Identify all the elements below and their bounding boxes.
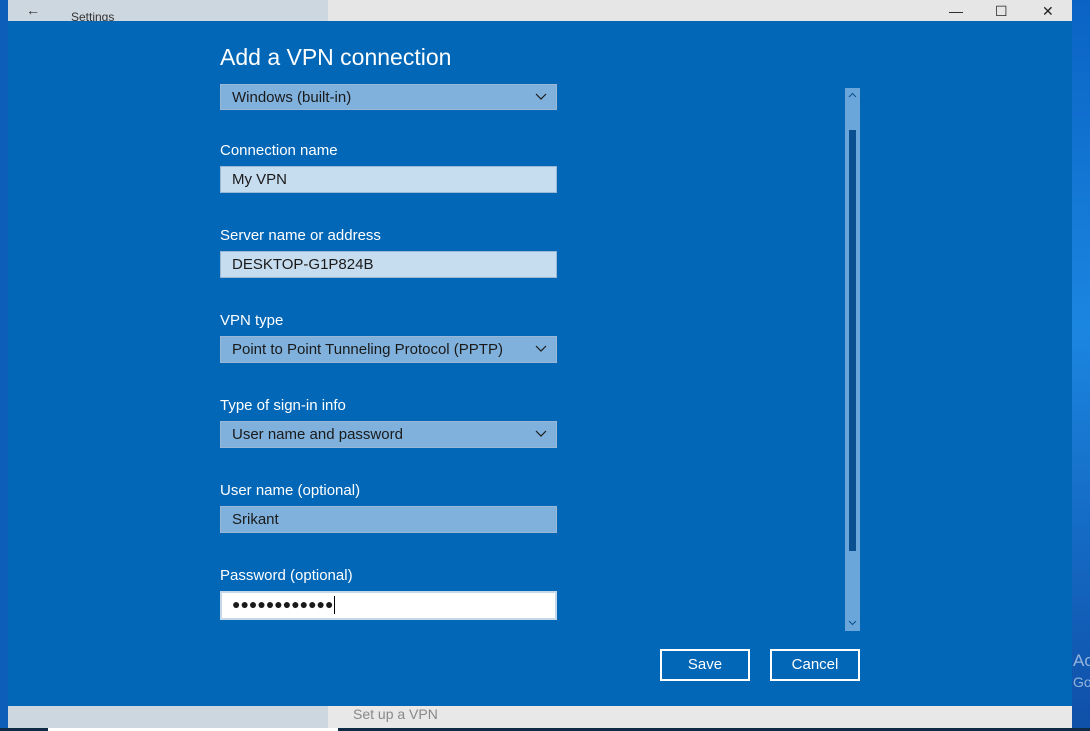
- dialog-title: Add a VPN connection: [220, 44, 452, 70]
- server-address-input[interactable]: DESKTOP-G1P824B: [220, 251, 557, 278]
- desktop-background: Ac Go: [1072, 0, 1090, 731]
- minimize-button[interactable]: —: [949, 4, 963, 18]
- settings-nav-pane: [8, 0, 328, 21]
- password-masked-value: ●●●●●●●●●●●●: [232, 596, 334, 612]
- text-caret: [334, 596, 336, 615]
- maximize-button[interactable]: ☐: [995, 4, 1008, 18]
- scrollbar-thumb[interactable]: [849, 130, 856, 551]
- back-arrow-icon[interactable]: ←: [26, 2, 40, 18]
- connection-name-value: My VPN: [232, 171, 288, 188]
- sign-in-type-label: Type of sign-in info: [220, 397, 346, 414]
- chevron-down-icon: [535, 430, 547, 437]
- vpn-type-dropdown[interactable]: Point to Point Tunneling Protocol (PPTP): [220, 336, 557, 363]
- connection-name-input[interactable]: My VPN: [220, 166, 557, 193]
- vpn-type-label: VPN type: [220, 312, 284, 329]
- desktop-left-edge: [0, 0, 8, 731]
- scroll-up-icon[interactable]: [848, 91, 857, 100]
- username-label: User name (optional): [220, 482, 361, 499]
- server-address-label: Server name or address: [220, 227, 381, 244]
- activation-watermark-line2: Go: [1073, 674, 1090, 690]
- settings-title-bar: ← Settings — ☐ ✕: [8, 0, 1072, 24]
- scroll-down-icon[interactable]: [848, 618, 857, 627]
- vpn-type-value: Point to Point Tunneling Protocol (PPTP): [232, 341, 503, 358]
- server-address-value: DESKTOP-G1P824B: [232, 256, 374, 273]
- dialog-scrollbar[interactable]: [845, 88, 860, 631]
- save-button[interactable]: Save: [660, 649, 750, 681]
- sign-in-type-dropdown[interactable]: User name and password: [220, 421, 557, 448]
- setup-vpn-text: Set up a VPN: [353, 706, 438, 722]
- activation-watermark-line1: Ac: [1073, 651, 1090, 670]
- chevron-down-icon: [535, 93, 547, 100]
- close-button[interactable]: ✕: [1042, 4, 1054, 18]
- vpn-provider-dropdown[interactable]: Windows (built-in): [220, 84, 557, 110]
- chevron-down-icon: [535, 345, 547, 352]
- vpn-provider-value: Windows (built-in): [232, 89, 352, 106]
- password-label: Password (optional): [220, 567, 353, 584]
- username-value: Srikant: [232, 511, 279, 528]
- cancel-button[interactable]: Cancel: [770, 649, 860, 681]
- add-vpn-dialog: Add a VPN connection Windows (built-in) …: [8, 21, 1072, 706]
- connection-name-label: Connection name: [220, 142, 338, 159]
- password-input[interactable]: ●●●●●●●●●●●●: [220, 591, 557, 620]
- sign-in-type-value: User name and password: [232, 426, 403, 443]
- username-input[interactable]: Srikant: [220, 506, 557, 533]
